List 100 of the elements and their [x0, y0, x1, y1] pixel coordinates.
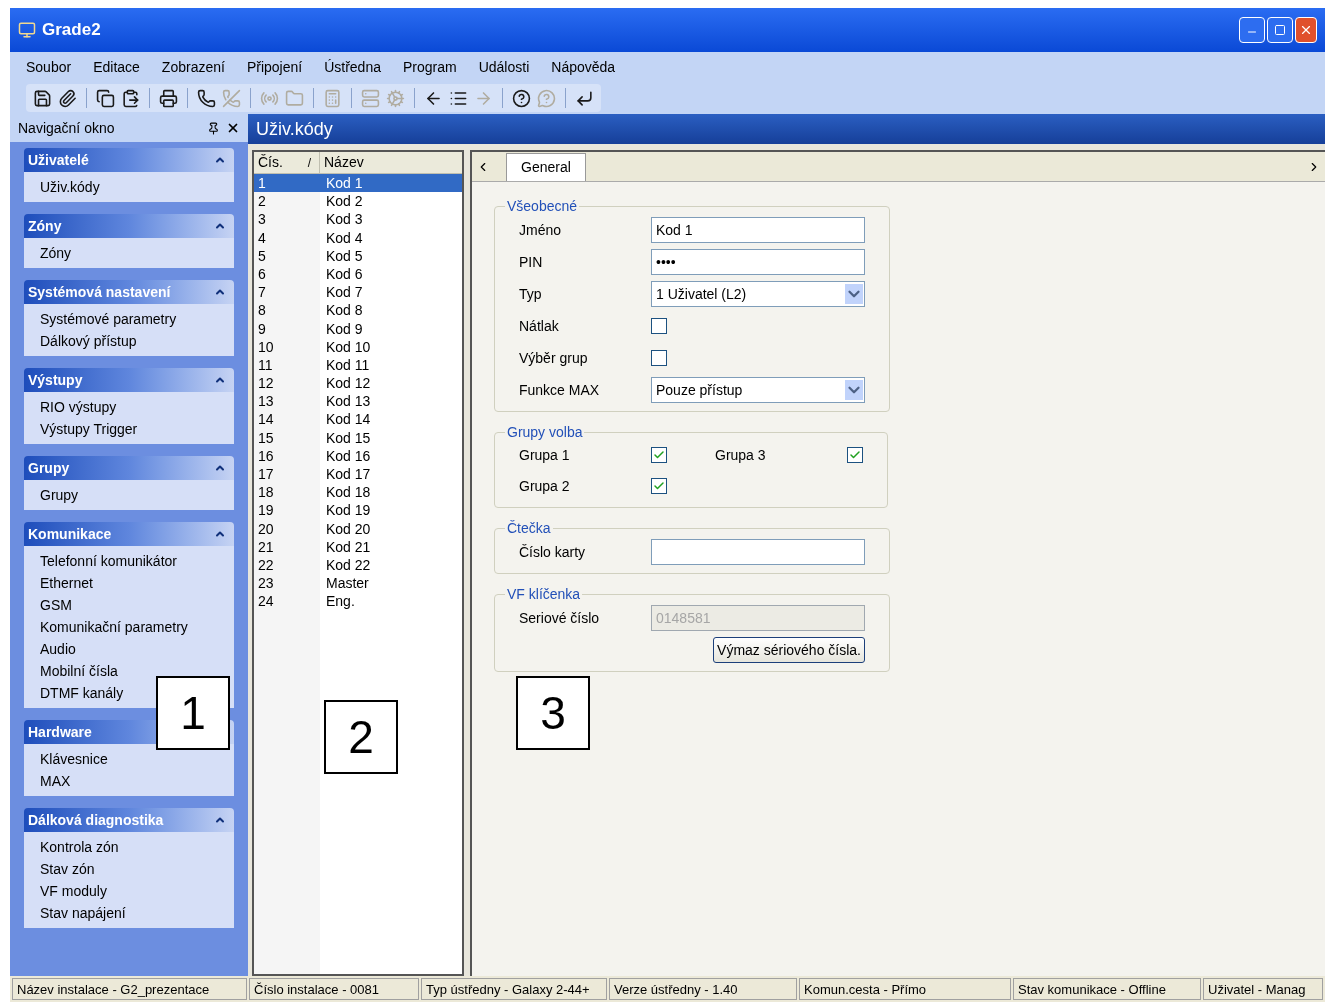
nav-item[interactable]: Telefonní komunikátor — [24, 550, 234, 572]
table-row[interactable]: 7 Kod 7 — [254, 283, 462, 302]
table-row[interactable]: 22 Kod 22 — [254, 555, 462, 575]
checkbox[interactable] — [651, 447, 667, 463]
nav-item[interactable]: Zóny — [24, 242, 234, 264]
copy-icon[interactable] — [96, 88, 115, 108]
table-row[interactable]: 20 Kod 20 — [254, 519, 462, 538]
menu-item[interactable]: Soubor — [26, 56, 72, 78]
help-icon[interactable] — [512, 88, 531, 108]
close-icon[interactable] — [226, 121, 240, 135]
phone-icon[interactable] — [197, 88, 216, 108]
table-row[interactable]: 5 Kod 5 — [254, 246, 462, 265]
checkbox[interactable] — [847, 447, 863, 463]
table-row[interactable]: 9 Kod 9 — [254, 319, 462, 338]
table-row[interactable]: 8 Kod 8 — [254, 301, 462, 320]
table-row[interactable]: 21 Kod 21 — [254, 537, 462, 556]
minimize-button[interactable] — [1239, 17, 1265, 43]
table-cell-text: Kod 1 — [325, 174, 363, 193]
menu-item[interactable]: Editace — [93, 56, 140, 78]
pin-icon[interactable] — [207, 121, 220, 135]
table-row[interactable]: 18 Kod 18 — [254, 483, 462, 502]
nav-item[interactable]: GSM — [24, 594, 234, 616]
table-row[interactable]: 23 Master — [254, 574, 462, 593]
maximize-button[interactable] — [1267, 17, 1293, 43]
table-row[interactable]: 2 Kod 2 — [254, 192, 462, 211]
table-cell-text: Kod 10 — [325, 337, 371, 356]
maximize-icon — [1274, 24, 1286, 36]
input-field[interactable] — [651, 539, 865, 565]
table-row[interactable]: 24 Eng. — [254, 592, 462, 611]
nav-item[interactable]: Audio — [24, 638, 234, 660]
checkbox[interactable] — [651, 318, 667, 334]
tab[interactable]: General — [506, 153, 586, 181]
nav-item[interactable]: Ethernet — [24, 572, 234, 594]
save-icon[interactable] — [33, 88, 52, 108]
close-button[interactable] — [1295, 17, 1317, 43]
table-cell-text: Kod 15 — [325, 428, 371, 447]
section-title: Výstupy — [28, 370, 84, 390]
input-field[interactable]: •••• — [651, 249, 865, 275]
menu-item[interactable]: Zobrazení — [161, 56, 225, 78]
section-header[interactable]: Výstupy — [24, 368, 234, 392]
nav-item[interactable]: VF moduly — [24, 880, 234, 902]
nav-item[interactable]: Klávesnice — [24, 748, 234, 770]
table-row[interactable]: 13 Kod 13 — [254, 392, 462, 411]
table-row[interactable]: 6 Kod 6 — [254, 264, 462, 284]
nav-item[interactable]: MAX — [24, 770, 234, 792]
table-row[interactable]: 17 Kod 17 — [254, 465, 462, 484]
paperclip-icon[interactable] — [58, 88, 77, 108]
status-cell: Komun.cesta - Přímo — [799, 978, 1011, 1000]
checkbox[interactable] — [651, 350, 667, 366]
nav-item[interactable]: RIO výstupy — [24, 396, 234, 418]
column-header[interactable]: Čís. / — [254, 152, 320, 173]
section-header[interactable]: Grupy — [24, 456, 234, 480]
field-label: Seriové číslo — [519, 608, 601, 628]
table-row[interactable]: 19 Kod 19 — [254, 501, 462, 520]
nav-item[interactable]: Stav zón — [24, 858, 234, 880]
column-header[interactable]: Název — [320, 152, 462, 173]
table-row[interactable]: 16 Kod 16 — [254, 446, 462, 465]
nav-item[interactable]: Uživ.kódy — [24, 176, 234, 198]
menu-item[interactable]: Připojení — [246, 56, 303, 78]
section-header[interactable]: Systémová nastavení — [24, 280, 234, 304]
table-row[interactable]: 15 Kod 15 — [254, 428, 462, 447]
section-header[interactable]: Dálková diagnostika — [24, 808, 234, 832]
callout-tooltip: 1 — [156, 676, 230, 750]
section-header[interactable]: Zóny — [24, 214, 234, 238]
panel-title: Navigační okno — [18, 118, 116, 138]
nav-item[interactable]: Stav napájení — [24, 902, 234, 924]
menu-item[interactable]: Ústředna — [324, 56, 381, 78]
nav-item[interactable]: Komunikační parametry — [24, 616, 234, 638]
table-cell-text: 21 — [257, 537, 275, 556]
check-icon — [653, 480, 665, 492]
input-field[interactable]: Kod 1 — [651, 217, 865, 243]
nav-item[interactable]: Výstupy Trigger — [24, 418, 234, 440]
table-cell-text: 14 — [257, 410, 275, 429]
section-header[interactable]: Uživatelé — [24, 148, 234, 172]
nav-item[interactable]: Dálkový přístup — [24, 330, 234, 352]
table-cell-text: 9 — [257, 319, 267, 338]
table-row[interactable]: 11 Kod 11 — [254, 355, 462, 375]
menu-item[interactable]: Program — [403, 56, 457, 78]
nav-item[interactable]: Grupy — [24, 484, 234, 506]
checkbox[interactable] — [651, 478, 667, 494]
field-label: Grupa 1 — [519, 445, 571, 465]
table-row[interactable]: 1 Kod 1 — [254, 174, 462, 193]
status-cell: Uživatel - Manag — [1203, 978, 1323, 1000]
nav-item[interactable]: Kontrola zón — [24, 836, 234, 858]
paste-icon[interactable] — [121, 88, 140, 108]
table-row[interactable]: 12 Kod 12 — [254, 374, 462, 393]
dropdown[interactable]: 1 Uživatel (L2) — [651, 281, 865, 307]
printer-icon[interactable] — [159, 88, 178, 108]
menu-item[interactable]: Nápověda — [551, 56, 616, 78]
table-row[interactable]: 10 Kod 10 — [254, 337, 462, 356]
dropdown[interactable]: Pouze přístup — [651, 377, 865, 403]
section-header[interactable]: Komunikace — [24, 522, 234, 546]
nav-item[interactable]: Systémové parametry — [24, 308, 234, 330]
menu-item[interactable]: Události — [478, 56, 530, 78]
table-row[interactable]: 4 Kod 4 — [254, 228, 462, 247]
table-row[interactable]: 14 Kod 14 — [254, 410, 462, 429]
enter-icon[interactable] — [575, 88, 594, 108]
table-cell-text: Kod 6 — [325, 264, 363, 284]
table-row[interactable]: 3 Kod 3 — [254, 210, 462, 229]
clear-serial-button[interactable]: Výmaz sériového čísla. — [713, 637, 865, 663]
